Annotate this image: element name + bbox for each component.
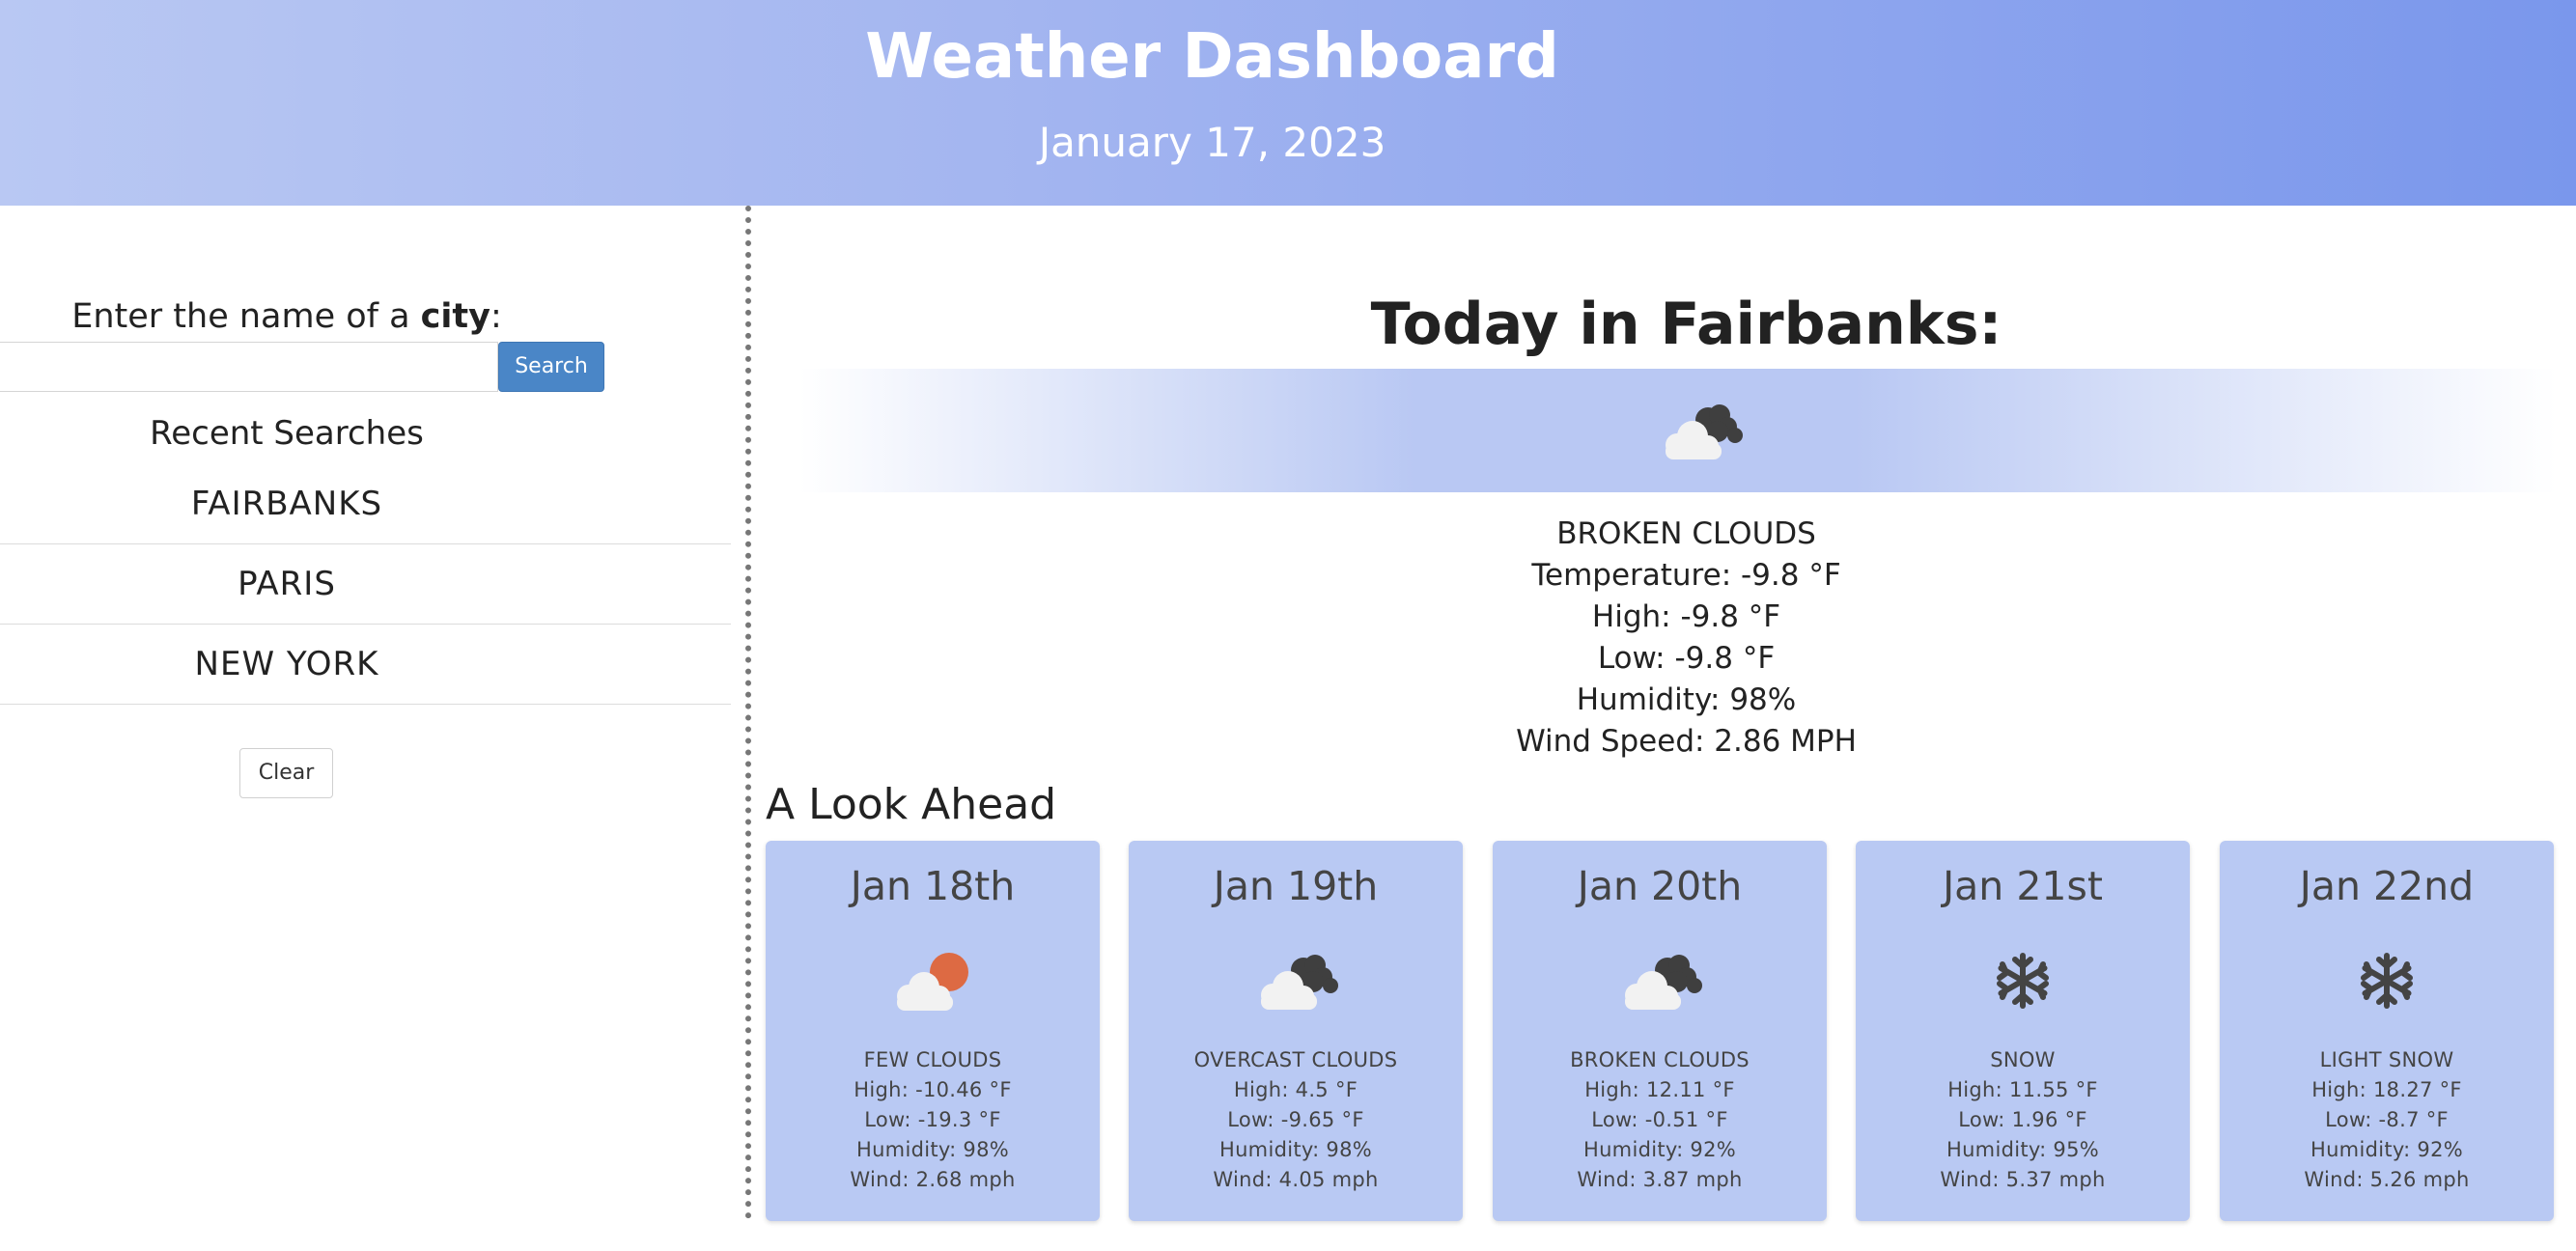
forecast-low: Low: -0.51 °F — [1591, 1108, 1728, 1131]
city-prompt-colon: : — [490, 297, 502, 336]
forecast-wind: Wind: 3.87 mph — [1577, 1168, 1743, 1191]
today-icon-band — [799, 369, 2557, 492]
forecast-wind: Wind: 5.37 mph — [1940, 1168, 2106, 1191]
forecast-high: High: 18.27 °F — [2311, 1078, 2462, 1101]
today-details: BROKEN CLOUDS Temperature: -9.8 °F High:… — [763, 514, 2576, 763]
city-prompt: Enter the name of a city: — [0, 297, 574, 336]
few-clouds-icon — [766, 947, 1100, 1015]
broken-clouds-icon — [1493, 947, 1827, 1015]
snow-icon — [1856, 947, 2190, 1015]
forecast-condition: BROKEN CLOUDS — [1570, 1048, 1750, 1071]
broken-clouds-icon — [1656, 401, 1745, 464]
forecast-wind: Wind: 4.05 mph — [1213, 1168, 1379, 1191]
forecast-humidity: Humidity: 98% — [855, 1138, 1010, 1161]
forecast-low: Low: -8.7 °F — [2325, 1108, 2449, 1131]
weather-main: Today in Fairbanks: BROKEN CLOUDS Temper… — [763, 206, 2559, 1229]
forecast-date: Jan 20th — [1577, 863, 1743, 909]
forecast-low: Low: -19.3 °F — [864, 1108, 1001, 1131]
forecast-details: SNOW High: 11.55 °F Low: 1.96 °F Humidit… — [1856, 1045, 2190, 1195]
recent-search-item[interactable]: NEW YORK — [0, 625, 731, 705]
forecast-high: High: -10.46 °F — [854, 1078, 1012, 1101]
overcast-clouds-icon — [1129, 947, 1463, 1015]
forecast-high: High: 11.55 °F — [1947, 1078, 2098, 1101]
forecast-condition: LIGHT SNOW — [2319, 1048, 2454, 1071]
forecast-condition: FEW CLOUDS — [863, 1048, 1002, 1071]
current-date: January 17, 2023 — [1038, 119, 1386, 166]
search-button[interactable]: Search — [498, 342, 604, 392]
recent-search-item[interactable]: PARIS — [0, 544, 731, 625]
page-header: Weather Dashboard January 17, 2023 — [0, 0, 2576, 206]
forecast-humidity: Humidity: 98% — [1218, 1138, 1373, 1161]
forecast-date: Jan 21st — [1943, 863, 2103, 909]
forecast-condition: OVERCAST CLOUDS — [1193, 1048, 1398, 1071]
city-prompt-text: Enter the name of a — [71, 297, 421, 336]
forecast-humidity: Humidity: 95% — [1946, 1138, 2100, 1161]
recent-search-item[interactable]: FAIRBANKS — [0, 464, 731, 544]
forecast-card: Jan 22nd LIGHT SNOW High: 18.27 °F Low: … — [2220, 841, 2554, 1221]
forecast-card: Jan 19th OVERCAST CLOUDS High: 4.5 °F Lo… — [1129, 841, 1463, 1221]
today-condition: BROKEN CLOUDS — [1556, 516, 1816, 551]
forecast-high: High: 4.5 °F — [1233, 1078, 1358, 1101]
forecast-card: Jan 21st SNOW High: 11.55 °F Low: 1.96 °… — [1856, 841, 2190, 1221]
snowflake-icon — [2220, 947, 2554, 1015]
forecast-humidity: Humidity: 92% — [1582, 1138, 1737, 1161]
city-search-input[interactable] — [0, 342, 498, 392]
search-sidebar: Enter the name of a city: Search Recent … — [0, 206, 734, 1229]
today-high: High: -9.8 °F — [1591, 599, 1781, 634]
today-title: Today in Fairbanks: — [1370, 291, 2002, 358]
forecast-date: Jan 19th — [1213, 863, 1379, 909]
recent-searches-title: Recent Searches — [150, 414, 424, 453]
forecast-low: Low: 1.96 °F — [1958, 1108, 2087, 1131]
forecast-wind: Wind: 2.68 mph — [850, 1168, 1016, 1191]
forecast-details: OVERCAST CLOUDS High: 4.5 °F Low: -9.65 … — [1129, 1045, 1463, 1195]
forecast-condition: SNOW — [1990, 1048, 2056, 1071]
forecast-cards: Jan 18th FEW CLOUDS High: -10.46 °F Low:… — [766, 841, 2554, 1221]
today-humidity: Humidity: 98% — [1576, 682, 1797, 717]
forecast-low: Low: -9.65 °F — [1227, 1108, 1364, 1131]
forecast-card: Jan 18th FEW CLOUDS High: -10.46 °F Low:… — [766, 841, 1100, 1221]
forecast-wind: Wind: 5.26 mph — [2304, 1168, 2470, 1191]
forecast-details: BROKEN CLOUDS High: 12.11 °F Low: -0.51 … — [1493, 1045, 1827, 1195]
forecast-details: FEW CLOUDS High: -10.46 °F Low: -19.3 °F… — [766, 1045, 1100, 1195]
forecast-date: Jan 22nd — [2299, 863, 2475, 909]
recent-searches-list: FAIRBANKS PARIS NEW YORK — [0, 464, 731, 705]
forecast-high: High: 12.11 °F — [1584, 1078, 1735, 1101]
section-divider — [745, 206, 751, 1219]
forecast-details: LIGHT SNOW High: 18.27 °F Low: -8.7 °F H… — [2220, 1045, 2554, 1195]
forecast-card: Jan 20th BROKEN CLOUDS High: 12.11 °F Lo… — [1493, 841, 1827, 1221]
forecast-title: A Look Ahead — [766, 780, 1057, 829]
today-low: Low: -9.8 °F — [1597, 641, 1776, 676]
forecast-date: Jan 18th — [850, 863, 1016, 909]
today-temperature: Temperature: -9.8 °F — [1531, 558, 1841, 593]
today-wind: Wind Speed: 2.86 MPH — [1516, 724, 1857, 759]
city-prompt-bold: city — [420, 297, 490, 336]
forecast-humidity: Humidity: 92% — [2310, 1138, 2464, 1161]
clear-button[interactable]: Clear — [239, 748, 333, 798]
app-title: Weather Dashboard — [865, 21, 1559, 93]
